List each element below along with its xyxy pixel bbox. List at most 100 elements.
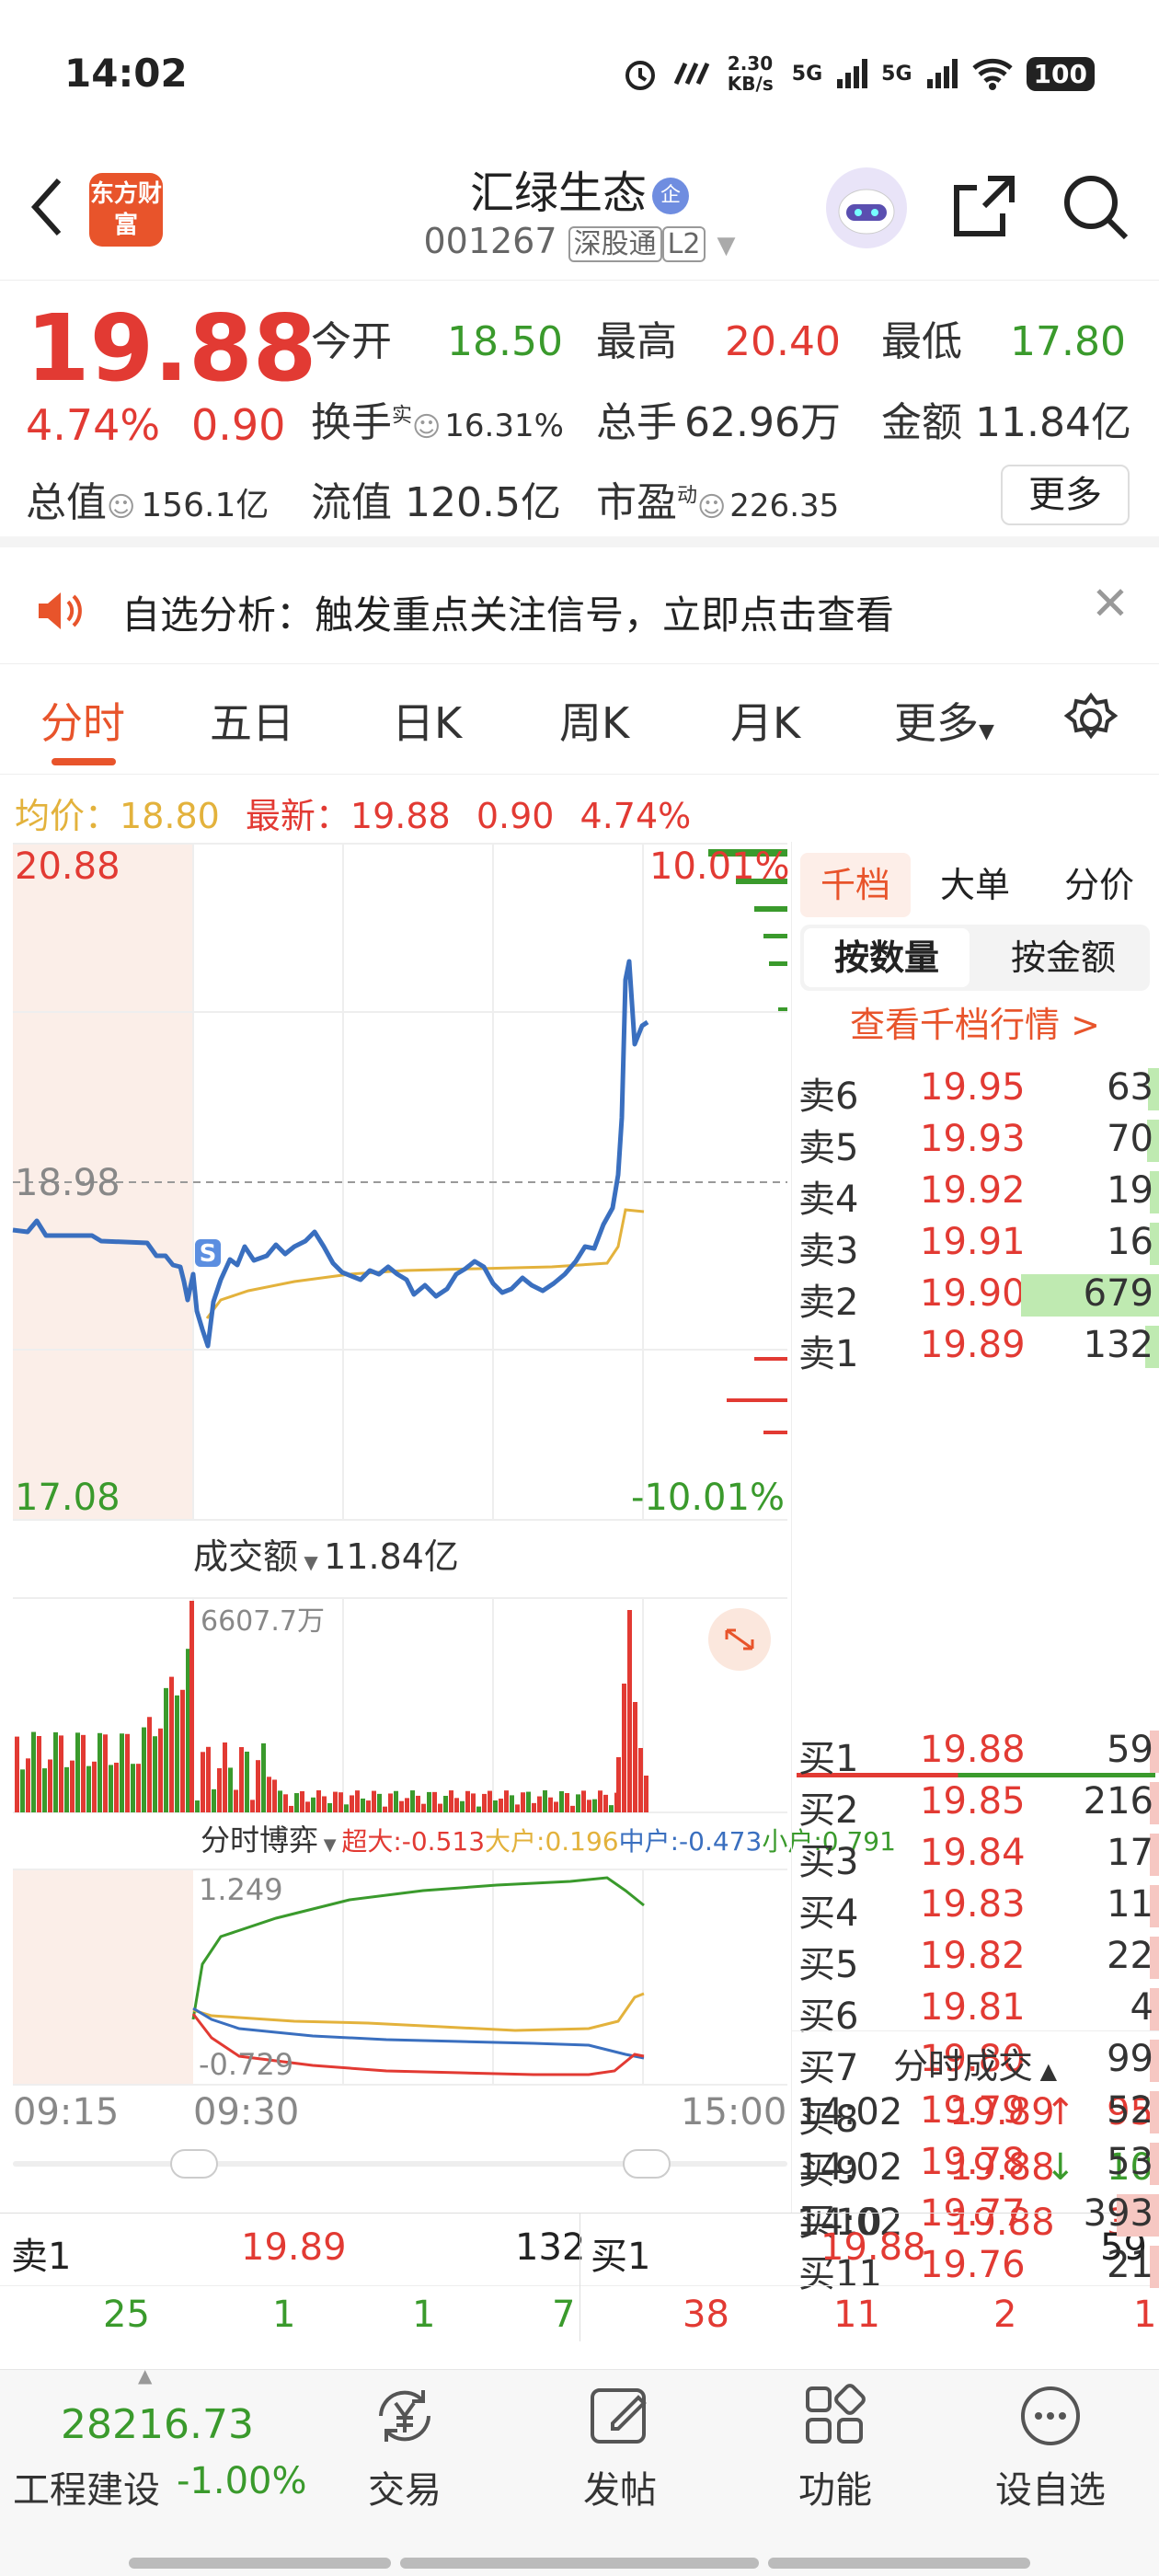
volume-bar bbox=[75, 1732, 80, 1812]
triangle-up-icon: ▲ bbox=[138, 2364, 153, 2386]
volume-bar bbox=[383, 1806, 387, 1812]
info-circle-icon: ☺ bbox=[697, 491, 727, 523]
analysis-alert[interactable]: 自选分析：触发重点关注信号，立即点击查看 ✕ bbox=[0, 558, 1159, 664]
close-alert-button[interactable]: ✕ bbox=[1091, 577, 1130, 630]
bid-level-label: 买2 bbox=[798, 1789, 859, 1832]
nav-post[interactable]: 发帖 bbox=[528, 2379, 712, 2513]
tab-intraday[interactable]: 分时 bbox=[40, 690, 125, 751]
pe-value: 226.35 bbox=[729, 488, 840, 524]
volume-bar bbox=[267, 1777, 271, 1812]
ask-level-label: 卖5 bbox=[798, 1127, 859, 1169]
nav-trade[interactable]: 交易 bbox=[313, 2379, 497, 2513]
status-icons: 2.30 KB/s 5G 5G 100 bbox=[621, 53, 1095, 94]
volume-bar bbox=[443, 1795, 448, 1812]
settings-button[interactable] bbox=[1061, 690, 1120, 753]
tab-more[interactable]: 更多▼ bbox=[894, 690, 994, 751]
volume-pane-header[interactable]: 成交额 ▼ 11.84亿 bbox=[193, 1528, 459, 1579]
turnover-stat[interactable]: 换手实☺ 16.31% bbox=[311, 389, 564, 448]
float-label: 流值 bbox=[311, 479, 392, 526]
tab-thousand-depth[interactable]: 千档 bbox=[800, 853, 911, 917]
volume-bar bbox=[245, 1751, 249, 1812]
volume-bar bbox=[206, 1746, 211, 1812]
level1-bar[interactable]: 卖1 19.89 132 买1 19.88 59 bbox=[0, 2213, 1159, 2287]
ask-level-row[interactable]: 卖6 19.95 63 bbox=[791, 1063, 1159, 1118]
share-button[interactable] bbox=[947, 169, 1021, 243]
sector-change: -1.00% bbox=[177, 2460, 307, 2502]
robot-icon bbox=[838, 189, 895, 235]
volume-bar bbox=[344, 1804, 349, 1812]
volume-bar bbox=[158, 1728, 163, 1812]
ask-level-row[interactable]: 卖3 19.91 16 bbox=[791, 1217, 1159, 1272]
stock-code: 001267 bbox=[423, 221, 557, 261]
bid-level-row[interactable]: 买2 19.85 216 bbox=[791, 1777, 1159, 1832]
trade-yen-icon bbox=[379, 2390, 430, 2442]
more-stats-button[interactable]: 更多 bbox=[1001, 465, 1130, 525]
turnover-label: 换手 bbox=[311, 399, 392, 446]
chart-scroll-handle-right[interactable] bbox=[623, 2149, 671, 2179]
signal-5g-1: 5G bbox=[791, 62, 823, 86]
bid-level-row[interactable]: 买6 19.81 4 bbox=[791, 1983, 1159, 2038]
mode-by-amount[interactable]: 按金额 bbox=[981, 928, 1146, 987]
bottom-toolbar: ▲ 28216.73 工程建设 -1.00% 交易 发帖 功能 设自选 bbox=[0, 2364, 1159, 2576]
bid-level-qty: 52 bbox=[1107, 2089, 1153, 2132]
dropdown-triangle-icon: ▼ bbox=[318, 1835, 342, 1855]
view-depth-link[interactable]: 查看千档行情 > bbox=[791, 996, 1159, 1047]
bid-level-row[interactable]: 买4 19.83 11 bbox=[791, 1880, 1159, 1935]
s-signal-text: S bbox=[200, 1240, 217, 1268]
volume-bar bbox=[581, 1790, 586, 1812]
volume-bar bbox=[195, 1800, 200, 1812]
tab-price-dist[interactable]: 分价 bbox=[1039, 853, 1159, 917]
volume-bar bbox=[109, 1765, 113, 1812]
intraday-chart[interactable]: S 20.88 18.98 17.08 10.01% -10.01% 成交额 ▼… bbox=[0, 842, 896, 2185]
bid-level-row[interactable]: 买3 19.84 17 bbox=[791, 1828, 1159, 1883]
volume-bar bbox=[120, 1733, 124, 1812]
high-value: 20.40 bbox=[725, 318, 841, 365]
volume-bar bbox=[283, 1794, 288, 1812]
chart-scroll-handle-left[interactable] bbox=[170, 2149, 218, 2179]
bid-level-row[interactable]: 买5 19.82 22 bbox=[791, 1931, 1159, 1986]
tab-five-day[interactable]: 五日 bbox=[210, 690, 294, 751]
volume-bar bbox=[278, 1790, 282, 1812]
tab-weekly-k[interactable]: 周K bbox=[559, 690, 629, 751]
volume-bar bbox=[164, 1687, 168, 1812]
mode-by-quantity[interactable]: 按数量 bbox=[804, 928, 970, 987]
float-value: 120.5亿 bbox=[405, 479, 561, 526]
bid-level-price: 19.85 bbox=[920, 1780, 1026, 1823]
ask-level-row[interactable]: 卖1 19.89 132 bbox=[791, 1320, 1159, 1375]
volume-bar bbox=[559, 1791, 564, 1812]
quote-panel: 19.88 4.74% 0.90 今开 18.50 最高 20.40 最低 17.80… bbox=[0, 281, 1159, 547]
game-line-large bbox=[192, 1992, 645, 2032]
sector-index-widget[interactable]: ▲ 28216.73 工程建设 -1.00% bbox=[0, 2364, 331, 2554]
ask-level-row[interactable]: 卖4 19.92 19 bbox=[791, 1166, 1159, 1221]
alarm-icon bbox=[625, 61, 655, 90]
ask-level-row[interactable]: 卖5 19.93 70 bbox=[791, 1114, 1159, 1169]
volume-bar bbox=[294, 1793, 299, 1812]
open-value: 18.50 bbox=[447, 318, 563, 365]
intraday-info-line: 均价：18.80 最新：19.88 0.90 4.74% bbox=[15, 788, 691, 838]
volume-bar bbox=[300, 1790, 304, 1812]
volume-bar bbox=[98, 1732, 102, 1812]
bid-level-label: 买3 bbox=[798, 1841, 859, 1883]
nav-add-watchlist[interactable]: 设自选 bbox=[958, 2379, 1142, 2513]
pe-stat[interactable]: 市盈动☺ 226.35 bbox=[596, 469, 839, 528]
ask-level-row[interactable]: 卖2 19.90 679 bbox=[791, 1269, 1159, 1324]
volume-bar bbox=[223, 1742, 227, 1812]
price-min-label: 17.08 bbox=[15, 1477, 120, 1519]
chart-scroll-track[interactable] bbox=[13, 2161, 787, 2167]
signal-5g-2: 5G bbox=[881, 62, 912, 86]
tab-big-orders[interactable]: 大单 bbox=[920, 853, 1030, 917]
bid-level-row[interactable]: 买1 19.88 59 bbox=[791, 1725, 1159, 1780]
search-button[interactable] bbox=[1058, 169, 1131, 243]
volume-bar bbox=[493, 1800, 498, 1812]
tab-daily-k[interactable]: 日K bbox=[392, 690, 462, 751]
bid-level-price: 19.88 bbox=[920, 1729, 1026, 1771]
nav-functions[interactable]: 功能 bbox=[743, 2379, 927, 2513]
time-start-label: 09:15 bbox=[13, 2091, 120, 2133]
mcap-stat[interactable]: 总值☺ 156.1亿 bbox=[26, 469, 269, 528]
volume-bar bbox=[289, 1805, 293, 1812]
tab-monthly-k[interactable]: 月K bbox=[730, 690, 800, 751]
robot-avatar[interactable] bbox=[826, 167, 907, 248]
ticks-header[interactable]: 分时成交 ▲ bbox=[791, 2038, 1159, 2088]
sector-index-value: 28216.73 bbox=[61, 2401, 254, 2448]
volume-bar bbox=[372, 1790, 376, 1812]
